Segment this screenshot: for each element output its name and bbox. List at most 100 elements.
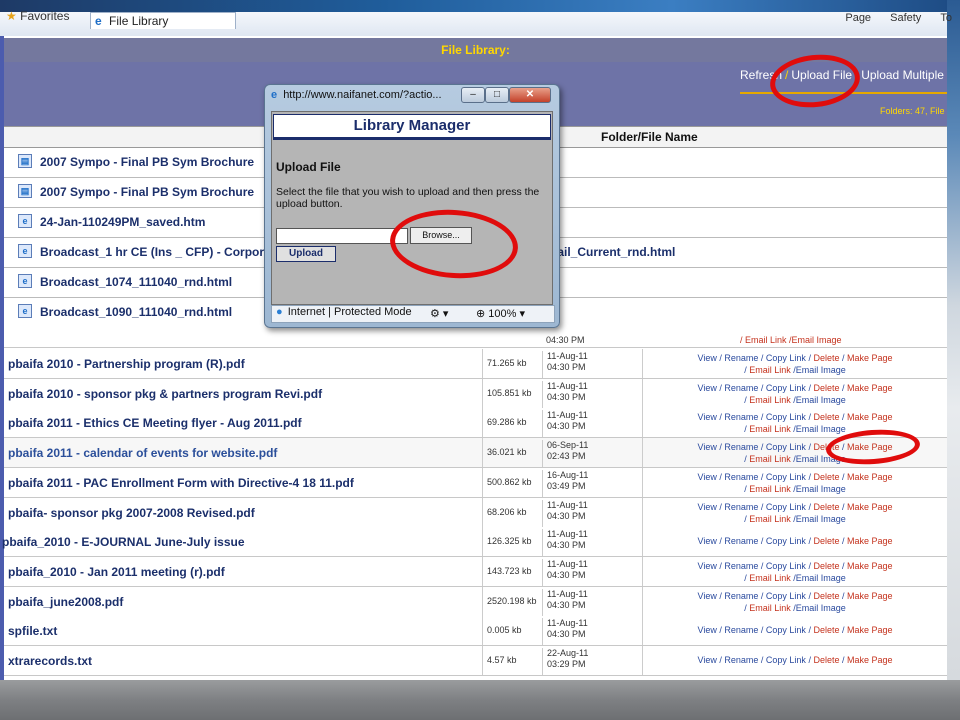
delete-link[interactable]: Delete xyxy=(813,591,839,601)
minimize-button[interactable]: – xyxy=(461,87,485,103)
close-button[interactable]: ✕ xyxy=(509,87,551,103)
copy-link[interactable]: Copy Link xyxy=(766,383,806,393)
file-name[interactable]: pbaifa 2011 - PAC Enrollment Form with D… xyxy=(8,476,354,490)
view-link[interactable]: View xyxy=(697,472,716,482)
protected-mode-icon[interactable]: ⚙ ▾ xyxy=(430,307,448,320)
file-name[interactable]: pbaifa- sponsor pkg 2007-2008 Revised.pd… xyxy=(8,506,255,520)
rename-link[interactable]: Rename xyxy=(724,625,758,635)
upload-button[interactable]: Upload xyxy=(276,246,336,262)
file-name[interactable]: spfile.txt xyxy=(8,624,57,638)
view-link[interactable]: View xyxy=(697,561,716,571)
make-page-link[interactable]: Make Page xyxy=(847,561,893,571)
make-page-link[interactable]: Make Page xyxy=(847,536,893,546)
table-row[interactable]: pbaifa 2010 - Partnership program (R).pd… xyxy=(4,349,947,379)
delete-link[interactable]: Delete xyxy=(813,625,839,635)
file-name[interactable]: pbaifa 2010 - Partnership program (R).pd… xyxy=(8,357,245,371)
view-link[interactable]: View xyxy=(697,353,716,363)
delete-link[interactable]: Delete xyxy=(813,383,839,393)
zoom-control[interactable]: ⊕ 100% ▾ xyxy=(476,307,525,320)
email-link-link[interactable]: Email Link xyxy=(749,424,791,434)
make-page-link[interactable]: Make Page xyxy=(847,625,893,635)
favorites-button[interactable]: ★ Favorites xyxy=(6,9,69,23)
rename-link[interactable]: Rename xyxy=(724,353,758,363)
copy-link[interactable]: Copy Link xyxy=(766,442,806,452)
page-menu[interactable]: Page xyxy=(845,12,871,24)
file-name[interactable]: pbaifa_2010 - Jan 2011 meeting (r).pdf xyxy=(8,565,225,579)
email-link-link[interactable]: Email Link xyxy=(749,514,791,524)
rename-link[interactable]: Rename xyxy=(724,655,758,665)
file-name[interactable]: Broadcast_1090_111040_rnd.html xyxy=(40,305,232,319)
email-image-link[interactable]: Email Image xyxy=(796,573,846,583)
make-page-link[interactable]: Make Page xyxy=(847,502,893,512)
rename-link[interactable]: Rename xyxy=(724,412,758,422)
copy-link[interactable]: Copy Link xyxy=(766,472,806,482)
copy-link[interactable]: Copy Link xyxy=(766,502,806,512)
file-name[interactable]: 2007 Sympo - Final PB Sym Brochure xyxy=(40,155,254,169)
copy-link[interactable]: Copy Link xyxy=(766,655,806,665)
copy-link[interactable]: Copy Link xyxy=(766,625,806,635)
view-link[interactable]: View xyxy=(697,625,716,635)
folder-file-name-header[interactable]: Folder/File Name xyxy=(601,130,698,144)
file-name[interactable]: Broadcast_1 hr CE (Ins _ CFP) - Corporat… xyxy=(40,245,281,259)
view-link[interactable]: View xyxy=(697,536,716,546)
browser-tab[interactable]: e File Library xyxy=(90,12,236,29)
table-row[interactable]: spfile.txt 0.005 kb 11-Aug-11 04:30 PM View … xyxy=(4,616,947,646)
view-link[interactable]: View xyxy=(697,591,716,601)
view-link[interactable]: View xyxy=(697,655,716,665)
table-row[interactable]: pbaifa_2010 - E-JOURNAL June-July issue 1… xyxy=(2,527,947,557)
rename-link[interactable]: Rename xyxy=(724,502,758,512)
file-name[interactable]: 2007 Sympo - Final PB Sym Brochure xyxy=(40,185,254,199)
file-name[interactable]: Broadcast_1074_111040_rnd.html xyxy=(40,275,232,289)
file-name-suffix[interactable]: nail_Current_rnd.html xyxy=(550,245,675,259)
copy-link[interactable]: Copy Link xyxy=(766,412,806,422)
file-name[interactable]: 24-Jan-110249PM_saved.htm xyxy=(40,215,205,229)
email-link-link[interactable]: Email Link xyxy=(749,484,791,494)
email-image-link[interactable]: Email Image xyxy=(796,365,846,375)
email-link-link[interactable]: Email Link xyxy=(749,454,791,464)
delete-link[interactable]: Delete xyxy=(813,561,839,571)
view-link[interactable]: View xyxy=(697,383,716,393)
file-name[interactable]: pbaifa_june2008.pdf xyxy=(8,595,123,609)
view-link[interactable]: View xyxy=(697,442,716,452)
file-name[interactable]: xtrarecords.txt xyxy=(8,654,92,668)
table-row[interactable]: pbaifa 2011 - Ethics CE Meeting flyer - … xyxy=(4,408,947,438)
table-row[interactable]: xtrarecords.txt 4.57 kb 22-Aug-11 03:29 PM V… xyxy=(4,646,947,676)
upload-multiple-link[interactable]: Upload Multiple xyxy=(861,68,944,82)
rename-link[interactable]: Rename xyxy=(724,536,758,546)
delete-link[interactable]: Delete xyxy=(813,536,839,546)
copy-link[interactable]: Copy Link xyxy=(766,591,806,601)
safety-menu[interactable]: Safety xyxy=(890,12,921,24)
make-page-link[interactable]: Make Page xyxy=(847,412,893,422)
tools-menu[interactable]: To xyxy=(940,12,952,24)
email-image-link[interactable]: Email Image xyxy=(796,603,846,613)
file-name[interactable]: pbaifa_2010 - E-JOURNAL June-July issue xyxy=(2,535,245,549)
file-path-input[interactable] xyxy=(276,228,408,244)
email-image-link[interactable]: Email Image xyxy=(796,395,846,405)
table-row[interactable]: pbaifa 2011 - calendar of events for web… xyxy=(4,438,947,468)
make-page-link[interactable]: Make Page xyxy=(847,353,893,363)
table-row[interactable]: pbaifa_june2008.pdf 2520.198 kb 11-Aug-11 0… xyxy=(4,587,947,617)
email-image-link[interactable]: Email Image xyxy=(796,484,846,494)
email-link-link[interactable]: Email Link xyxy=(749,573,791,583)
make-page-link[interactable]: Make Page xyxy=(847,472,893,482)
rename-link[interactable]: Rename xyxy=(724,472,758,482)
make-page-link[interactable]: Make Page xyxy=(847,591,893,601)
email-image-link[interactable]: Email Image xyxy=(796,424,846,434)
file-name[interactable]: pbaifa 2010 - sponsor pkg & partners pro… xyxy=(8,387,322,401)
email-image-link[interactable]: Email Image xyxy=(796,514,846,524)
maximize-button[interactable]: □ xyxy=(485,87,509,103)
delete-link[interactable]: Delete xyxy=(813,655,839,665)
file-name[interactable]: pbaifa 2011 - calendar of events for web… xyxy=(8,446,277,460)
view-link[interactable]: View xyxy=(697,412,716,422)
make-page-link[interactable]: Make Page xyxy=(847,655,893,665)
table-row[interactable]: pbaifa 2011 - PAC Enrollment Form with D… xyxy=(4,468,947,498)
file-name[interactable]: pbaifa 2011 - Ethics CE Meeting flyer - … xyxy=(8,416,302,430)
view-link[interactable]: View xyxy=(697,502,716,512)
email-link-link[interactable]: Email Link xyxy=(749,395,791,405)
rename-link[interactable]: Rename xyxy=(724,591,758,601)
delete-link[interactable]: Delete xyxy=(813,472,839,482)
rename-link[interactable]: Rename xyxy=(724,383,758,393)
rename-link[interactable]: Rename xyxy=(724,561,758,571)
rename-link[interactable]: Rename xyxy=(724,442,758,452)
copy-link[interactable]: Copy Link xyxy=(766,353,806,363)
